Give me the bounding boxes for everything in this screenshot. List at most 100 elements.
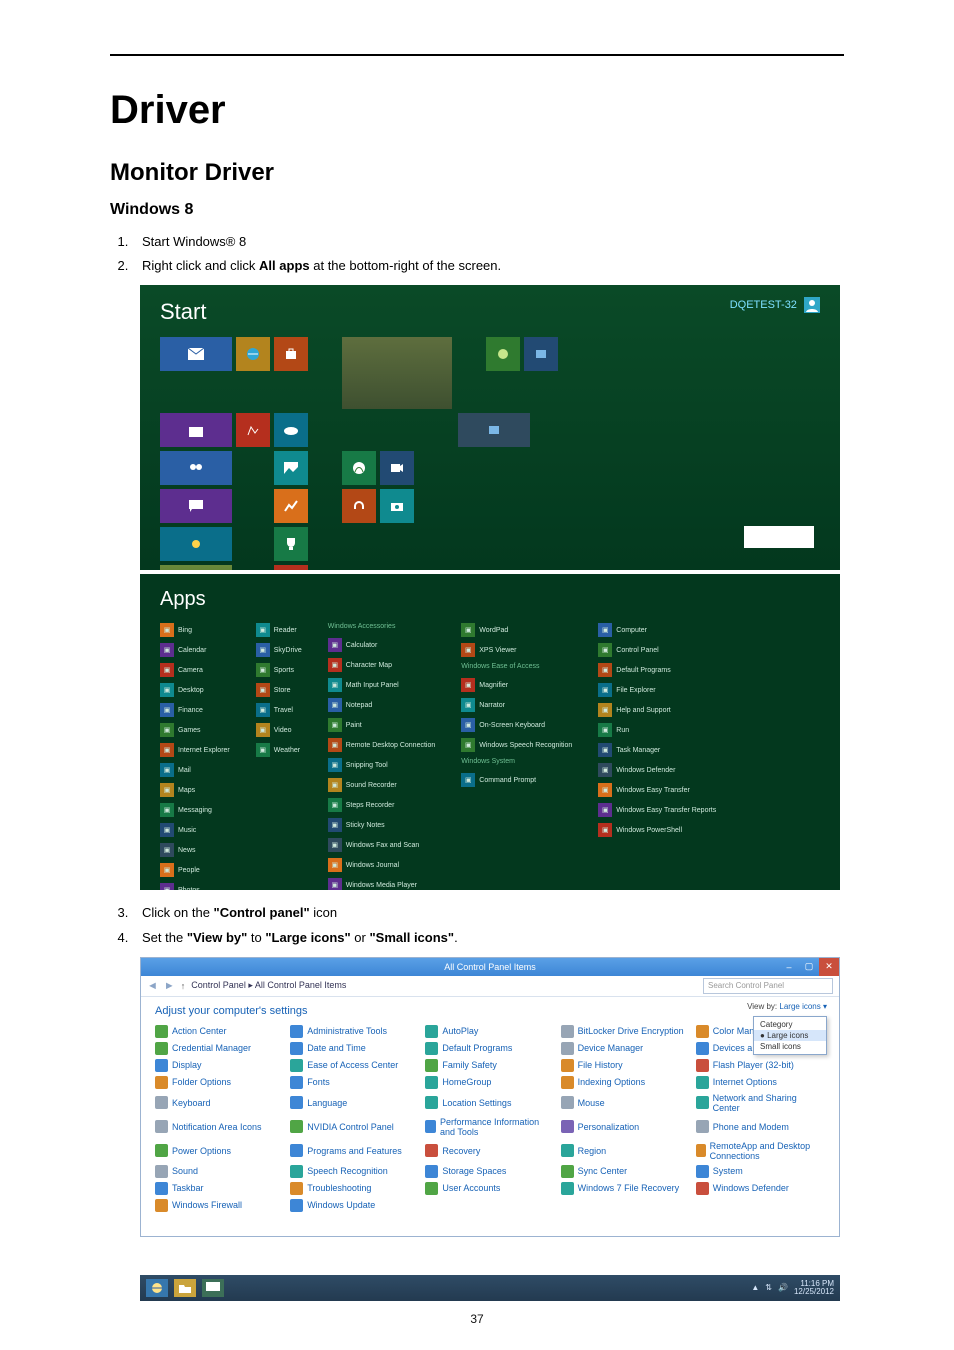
- tile-blank1[interactable]: [236, 451, 270, 485]
- cp-item[interactable]: Mouse: [561, 1093, 690, 1113]
- app-item[interactable]: ▣Command Prompt: [461, 773, 572, 787]
- cp-item[interactable]: Performance Information and Tools: [425, 1117, 554, 1137]
- cp-item[interactable]: Power Options: [155, 1141, 284, 1161]
- back-icon[interactable]: ◄: [147, 980, 158, 992]
- app-item[interactable]: ▣Magnifier: [461, 678, 572, 692]
- tile-photos[interactable]: [274, 451, 308, 485]
- app-item[interactable]: ▣Notepad: [328, 698, 436, 712]
- cp-item[interactable]: Location Settings: [425, 1093, 554, 1113]
- app-item[interactable]: ▣Camera: [160, 663, 230, 677]
- app-item[interactable]: ▣Maps: [160, 783, 230, 797]
- app-item[interactable]: ▣Sticky Notes: [328, 818, 436, 832]
- app-item[interactable]: ▣Computer: [598, 623, 716, 637]
- tile-blank2[interactable]: [236, 489, 270, 523]
- app-item[interactable]: ▣Calculator: [328, 638, 436, 652]
- app-item[interactable]: ▣People: [160, 863, 230, 877]
- tile-gputest[interactable]: [486, 337, 520, 371]
- cp-item[interactable]: Windows Firewall: [155, 1199, 284, 1212]
- cp-item[interactable]: Fonts: [290, 1076, 419, 1089]
- cp-item[interactable]: Personalization: [561, 1117, 690, 1137]
- app-item[interactable]: ▣Character Map: [328, 658, 436, 672]
- tile-people[interactable]: [160, 451, 232, 485]
- tray-volume-icon[interactable]: 🔊: [778, 1283, 788, 1292]
- cp-item[interactable]: Folder Options: [155, 1076, 284, 1089]
- tile-desktop[interactable]: [342, 337, 452, 409]
- app-item[interactable]: ▣Narrator: [461, 698, 572, 712]
- tray-flag-icon[interactable]: ▲: [751, 1283, 759, 1292]
- view-opt-category[interactable]: Category: [754, 1019, 826, 1030]
- cp-item[interactable]: System: [696, 1165, 825, 1178]
- tile-video[interactable]: [380, 451, 414, 485]
- app-item[interactable]: ▣Desktop: [160, 683, 230, 697]
- cp-item[interactable]: Display: [155, 1059, 284, 1072]
- cp-item[interactable]: Internet Options: [696, 1076, 825, 1089]
- app-item[interactable]: ▣Help and Support: [598, 703, 716, 717]
- cp-item[interactable]: HomeGroup: [425, 1076, 554, 1089]
- taskbar-explorer[interactable]: [174, 1279, 196, 1297]
- app-item[interactable]: ▣Mail: [160, 763, 230, 777]
- allapps-button[interactable]: [744, 526, 814, 548]
- cp-item[interactable]: File History: [561, 1059, 690, 1072]
- tile-messaging[interactable]: [160, 489, 232, 523]
- tile-ie[interactable]: [236, 337, 270, 371]
- cp-item[interactable]: Storage Spaces: [425, 1165, 554, 1178]
- app-item[interactable]: ▣Windows Fax and Scan: [328, 838, 436, 852]
- app-item[interactable]: ▣Sports: [256, 663, 302, 677]
- tile-store[interactable]: [274, 337, 308, 371]
- app-item[interactable]: ▣Windows PowerShell: [598, 823, 716, 837]
- cp-item[interactable]: Sound: [155, 1165, 284, 1178]
- cp-item[interactable]: Notification Area Icons: [155, 1117, 284, 1137]
- app-item[interactable]: ▣Steps Recorder: [328, 798, 436, 812]
- app-item[interactable]: ▣Store: [256, 683, 302, 697]
- app-item[interactable]: ▣Math Input Panel: [328, 678, 436, 692]
- tile-xbox[interactable]: [342, 451, 376, 485]
- tray-network-icon[interactable]: ⇅: [765, 1283, 772, 1292]
- view-opt-large[interactable]: ● Large icons: [754, 1030, 826, 1041]
- cp-item[interactable]: Recovery: [425, 1141, 554, 1161]
- cp-item[interactable]: Language: [290, 1093, 419, 1113]
- tile-camera[interactable]: [380, 489, 414, 523]
- app-item[interactable]: ▣Windows Easy Transfer: [598, 783, 716, 797]
- cp-item[interactable]: Credential Manager: [155, 1042, 284, 1055]
- app-item[interactable]: ▣On-Screen Keyboard: [461, 718, 572, 732]
- app-item[interactable]: ▣Finance: [160, 703, 230, 717]
- cp-item[interactable]: Network and Sharing Center: [696, 1093, 825, 1113]
- app-item[interactable]: ▣WordPad: [461, 623, 572, 637]
- app-item[interactable]: ▣Paint: [328, 718, 436, 732]
- forward-icon[interactable]: ►: [164, 980, 175, 992]
- app-item[interactable]: ▣Games: [160, 723, 230, 737]
- maximize-button[interactable]: ▢: [799, 958, 819, 976]
- search-input[interactable]: Search Control Panel: [703, 978, 833, 994]
- minimize-button[interactable]: –: [779, 958, 799, 976]
- tile-music[interactable]: [342, 489, 376, 523]
- cp-item[interactable]: Administrative Tools: [290, 1025, 419, 1038]
- view-opt-small[interactable]: Small icons: [754, 1041, 826, 1052]
- tile-calendar[interactable]: [160, 413, 232, 447]
- cp-item[interactable]: Flash Player (32-bit): [696, 1059, 825, 1072]
- tile-weather[interactable]: [160, 527, 232, 561]
- app-item[interactable]: ▣Messaging: [160, 803, 230, 817]
- cp-item[interactable]: RemoteApp and Desktop Connections: [696, 1141, 825, 1161]
- cp-item[interactable]: BitLocker Drive Encryption: [561, 1025, 690, 1038]
- app-item[interactable]: ▣Calendar: [160, 643, 230, 657]
- cp-item[interactable]: User Accounts: [425, 1182, 554, 1195]
- cp-item[interactable]: Keyboard: [155, 1093, 284, 1113]
- cp-item[interactable]: Action Center: [155, 1025, 284, 1038]
- app-item[interactable]: ▣Windows Journal: [328, 858, 436, 872]
- cp-item[interactable]: NVIDIA Control Panel: [290, 1117, 419, 1137]
- tile-mail[interactable]: [160, 337, 232, 371]
- breadcrumb[interactable]: Control Panel ▸ All Control Panel Items: [191, 980, 346, 991]
- view-by-dropdown[interactable]: Category ● Large icons Small icons: [753, 1016, 827, 1055]
- app-item[interactable]: ▣Internet Explorer: [160, 743, 230, 757]
- cp-item[interactable]: Troubleshooting: [290, 1182, 419, 1195]
- app-item[interactable]: ▣Windows Defender: [598, 763, 716, 777]
- cp-item[interactable]: Programs and Features: [290, 1141, 419, 1161]
- app-item[interactable]: ▣XPS Viewer: [461, 643, 572, 657]
- app-item[interactable]: ▣Reader: [256, 623, 302, 637]
- cp-item[interactable]: Device Manager: [561, 1042, 690, 1055]
- app-item[interactable]: ▣Music: [160, 823, 230, 837]
- tile-perf2[interactable]: [458, 413, 530, 447]
- taskbar-ie[interactable]: [146, 1279, 168, 1297]
- cp-item[interactable]: Taskbar: [155, 1182, 284, 1195]
- app-item[interactable]: ▣Snipping Tool: [328, 758, 436, 772]
